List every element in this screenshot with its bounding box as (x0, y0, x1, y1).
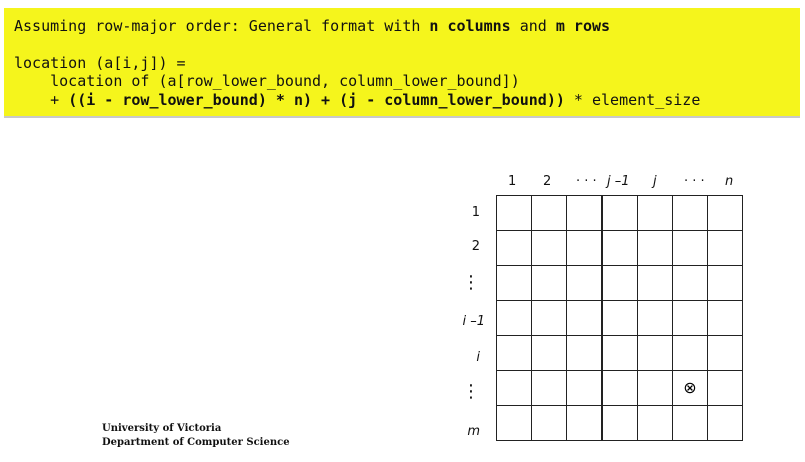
grid-cell (496, 265, 532, 301)
code-line-3: location of (a[row_lower_bound, column_l… (14, 72, 520, 90)
grid-cell (637, 230, 673, 266)
col-label-1: 1 (508, 174, 517, 189)
code-text: and (510, 17, 556, 35)
grid-cell (637, 195, 673, 231)
code-line-1: Assuming row-major order: General format… (14, 17, 610, 35)
grid-cell (601, 300, 638, 336)
grid-cell (637, 370, 673, 406)
row-label-i: i (476, 350, 480, 365)
grid-row (496, 405, 743, 441)
grid-cell (531, 265, 567, 301)
grid-cell (496, 300, 532, 336)
grid-cell (531, 405, 567, 441)
grid-cell (566, 335, 603, 371)
grid-row: ⊗ (496, 370, 743, 406)
footer: University of Victoria Department of Com… (102, 422, 290, 450)
grid-cell (531, 370, 567, 406)
array-grid: ⊗ (496, 195, 743, 441)
grid-cell (601, 370, 638, 406)
row-label-2: 2 (471, 239, 480, 254)
grid-cell (672, 300, 708, 336)
grid-cell (637, 405, 673, 441)
code-bold-text: n columns (429, 17, 511, 35)
col-label-j: j (653, 174, 657, 189)
grid-cell (566, 265, 603, 301)
grid-row (496, 230, 743, 266)
grid-cell (601, 265, 638, 301)
col-label-2: 2 (543, 174, 552, 189)
grid-cell (566, 300, 603, 336)
grid-cell (531, 335, 567, 371)
code-block: Assuming row-major order: General format… (4, 8, 800, 118)
grid-row (496, 195, 743, 231)
grid-cell (707, 230, 743, 266)
grid-cell: ⊗ (672, 370, 708, 406)
grid-cell (707, 195, 743, 231)
code-bold-text: m rows (555, 17, 611, 35)
grid-cell (496, 335, 532, 371)
grid-cell (707, 335, 743, 371)
grid-cell (637, 300, 673, 336)
code-text: + (14, 91, 69, 109)
grid-cell (637, 335, 673, 371)
grid-cell (566, 230, 603, 266)
grid-cell (496, 195, 532, 231)
grid-cell (672, 230, 708, 266)
grid-cell (496, 370, 532, 406)
grid-cell (707, 300, 743, 336)
grid-cell (601, 230, 638, 266)
grid-row (496, 300, 743, 336)
col-label-j-minus-1: j –1 (607, 174, 630, 189)
grid-cell (707, 265, 743, 301)
marked-cell-icon: ⊗ (683, 378, 697, 397)
grid-cell (637, 265, 673, 301)
row-label-m: m (467, 424, 480, 439)
grid-cell (566, 195, 603, 231)
code-line-2: location (a[i,j]) = (14, 54, 186, 72)
row-label-vdots: ⋮ (462, 381, 480, 402)
grid-row (496, 335, 743, 371)
row-label-i-minus-1: i –1 (462, 314, 485, 329)
col-label-ellipsis: · · · (576, 174, 597, 189)
row-label-vdots: ⋮ (462, 272, 480, 293)
grid-cell (531, 230, 567, 266)
grid-cell (672, 405, 708, 441)
footer-department: Department of Computer Science (102, 437, 290, 448)
grid-cell (496, 230, 532, 266)
grid-cell (566, 405, 603, 441)
grid-cell (672, 335, 708, 371)
grid-cell (566, 370, 603, 406)
col-label-ellipsis: · · · (684, 174, 705, 189)
grid-cell (601, 405, 638, 441)
grid-cell (601, 195, 638, 231)
grid-cell (531, 195, 567, 231)
code-bold-text: ((i - row_lower_bound) * n) + (j - colum… (68, 91, 565, 109)
code-text: Assuming row-major order: General format… (14, 17, 430, 35)
grid-cell (707, 370, 743, 406)
grid-cell (601, 335, 638, 371)
grid-cell (496, 405, 532, 441)
grid-row (496, 265, 743, 301)
row-label-1: 1 (471, 205, 480, 220)
grid-cell (672, 195, 708, 231)
footer-university: University of Victoria (102, 423, 222, 434)
grid-cell (672, 265, 708, 301)
col-label-n: n (725, 174, 734, 189)
code-line-4: + ((i - row_lower_bound) * n) + (j - col… (14, 91, 700, 109)
grid-cell (531, 300, 567, 336)
code-text: * element_size (564, 91, 701, 109)
grid-cell (707, 405, 743, 441)
